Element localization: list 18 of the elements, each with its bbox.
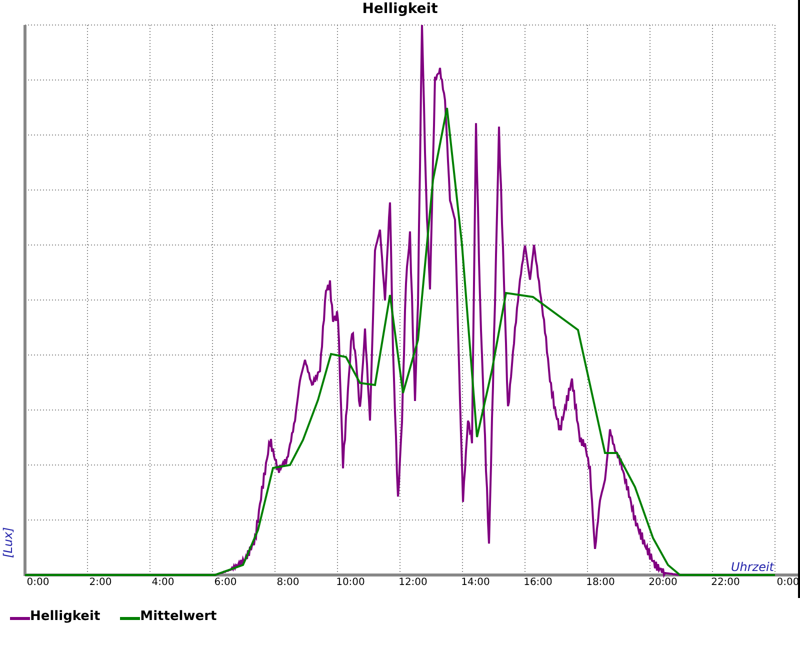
x-tick-label: 4:00 bbox=[152, 577, 174, 588]
x-tick-label: 12:00 bbox=[398, 577, 428, 588]
chart-title: Helligkeit bbox=[362, 1, 438, 17]
x-tick-label: 16:00 bbox=[524, 577, 552, 588]
x-tick-label: 18:00 bbox=[586, 577, 615, 588]
x-tick-label: 0:00 bbox=[26, 577, 50, 588]
x-tick-label: 8:00 bbox=[276, 577, 300, 588]
x-tick-label: 10:00 bbox=[336, 577, 365, 588]
x-tick-label: 14:00 bbox=[461, 577, 490, 588]
legend-label: Mittelwert bbox=[140, 609, 217, 624]
x-axis-label: Uhrzeit bbox=[730, 560, 774, 574]
y-axis-label: [Lux] bbox=[1, 527, 15, 558]
x-tick-label: 6:00 bbox=[214, 577, 237, 588]
x-tick-label: 2:00 bbox=[89, 577, 112, 588]
x-tick-label: 22:00 bbox=[711, 577, 740, 588]
legend-label: Helligkeit bbox=[30, 609, 100, 624]
x-tick-label: 0:00 bbox=[776, 577, 800, 588]
x-tick-label: 20:00 bbox=[648, 577, 678, 588]
